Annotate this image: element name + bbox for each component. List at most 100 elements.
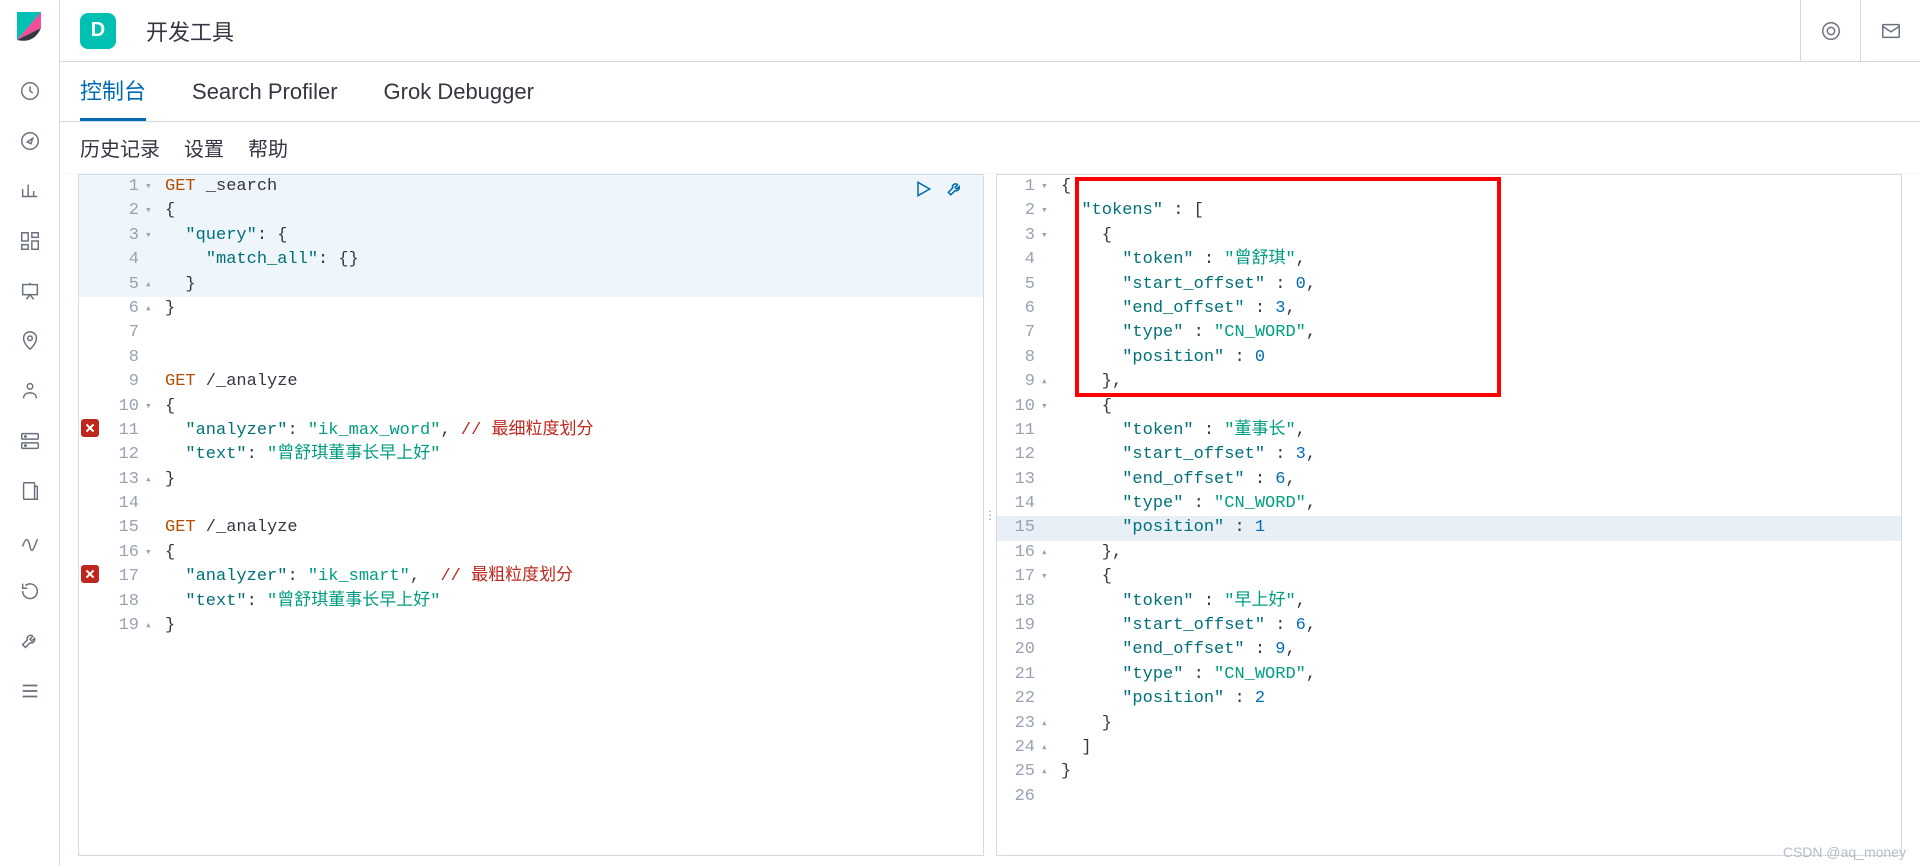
- code-line[interactable]: 15GET /_analyze: [79, 516, 983, 540]
- code-line[interactable]: 3▾ {: [997, 224, 1901, 248]
- code-line[interactable]: 5 "start_offset" : 0,: [997, 273, 1901, 297]
- code-content: {: [1057, 175, 1901, 199]
- code-line[interactable]: 13 "end_offset" : 6,: [997, 468, 1901, 492]
- code-line[interactable]: 11 "token" : "董事长",: [997, 419, 1901, 443]
- infra-icon[interactable]: [0, 416, 60, 466]
- maps-icon[interactable]: [0, 316, 60, 366]
- code-content: },: [1057, 370, 1901, 394]
- code-line[interactable]: 18 "token" : "早上好",: [997, 590, 1901, 614]
- request-pane[interactable]: 1▾GET _search2▾{3▾ "query": {4 "match_al…: [78, 174, 984, 856]
- uptime-icon[interactable]: [0, 566, 60, 616]
- kibana-logo[interactable]: [14, 12, 46, 44]
- code-line[interactable]: 22 "position" : 2: [997, 687, 1901, 711]
- code-line[interactable]: 23▴ }: [997, 712, 1901, 736]
- code-line[interactable]: 5▴ }: [79, 273, 983, 297]
- logs-icon[interactable]: [0, 466, 60, 516]
- fold-toggle[interactable]: ▾: [1041, 175, 1057, 199]
- fold-toggle[interactable]: ▾: [1041, 199, 1057, 223]
- code-content: {: [1057, 224, 1901, 248]
- code-line[interactable]: 16▴ },: [997, 541, 1901, 565]
- code-line[interactable]: 13▴}: [79, 468, 983, 492]
- code-line[interactable]: 10▾ {: [997, 395, 1901, 419]
- help-icon[interactable]: [1800, 0, 1860, 62]
- fold-toggle[interactable]: ▾: [1041, 565, 1057, 589]
- fold-toggle[interactable]: ▾: [145, 199, 161, 223]
- fold-toggle[interactable]: ▾: [145, 541, 161, 565]
- code-line[interactable]: 2▾{: [79, 199, 983, 223]
- fold-toggle[interactable]: ▴: [1041, 760, 1057, 784]
- menu-item-2[interactable]: 帮助: [248, 133, 288, 162]
- code-content: }: [161, 614, 983, 638]
- code-content: "tokens" : [: [1057, 199, 1901, 223]
- code-line[interactable]: 17▾ {: [997, 565, 1901, 589]
- fold-toggle[interactable]: ▾: [1041, 224, 1057, 248]
- fold-toggle[interactable]: ▾: [145, 395, 161, 419]
- code-line[interactable]: 12 "start_offset" : 3,: [997, 443, 1901, 467]
- fold-toggle[interactable]: ▴: [145, 614, 161, 638]
- canvas-icon[interactable]: [0, 266, 60, 316]
- code-line[interactable]: 4 "token" : "曾舒琪",: [997, 248, 1901, 272]
- code-line[interactable]: 6▴}: [79, 297, 983, 321]
- fold-toggle[interactable]: ▾: [145, 175, 161, 199]
- fold-toggle[interactable]: ▴: [1041, 370, 1057, 394]
- code-line[interactable]: 8 "position" : 0: [997, 346, 1901, 370]
- code-line[interactable]: 3▾ "query": {: [79, 224, 983, 248]
- code-line[interactable]: 15 "position" : 1: [997, 516, 1901, 540]
- code-line[interactable]: 1▾{: [997, 175, 1901, 199]
- code-content: "token" : "曾舒琪",: [1057, 248, 1901, 272]
- tab-1[interactable]: Search Profiler: [192, 62, 338, 121]
- code-line[interactable]: 19 "start_offset" : 6,: [997, 614, 1901, 638]
- code-line[interactable]: 1▾GET _search: [79, 175, 983, 199]
- code-line[interactable]: 6 "end_offset" : 3,: [997, 297, 1901, 321]
- tab-2[interactable]: Grok Debugger: [384, 62, 534, 121]
- fold-toggle[interactable]: ▴: [145, 468, 161, 492]
- code-line[interactable]: 26: [997, 785, 1901, 809]
- fold-toggle[interactable]: ▾: [145, 224, 161, 248]
- code-line[interactable]: 16▾{: [79, 541, 983, 565]
- fold-toggle[interactable]: ▴: [1041, 736, 1057, 760]
- play-icon[interactable]: [913, 179, 933, 204]
- menu-item-1[interactable]: 设置: [184, 133, 224, 162]
- dashboard-icon[interactable]: [0, 216, 60, 266]
- fold-toggle[interactable]: ▴: [145, 273, 161, 297]
- code-line[interactable]: 20 "end_offset" : 9,: [997, 638, 1901, 662]
- code-line[interactable]: 17 "analyzer": "ik_smart", // 最粗粒度划分: [79, 565, 983, 589]
- code-line[interactable]: 14: [79, 492, 983, 516]
- fold-toggle[interactable]: ▴: [1041, 541, 1057, 565]
- watermark: CSDN @aq_money: [1783, 844, 1906, 860]
- code-line[interactable]: 25▴}: [997, 760, 1901, 784]
- code-line[interactable]: 12 "text": "曾舒琪董事长早上好": [79, 443, 983, 467]
- code-line[interactable]: 9GET /_analyze: [79, 370, 983, 394]
- code-line[interactable]: 7: [79, 321, 983, 345]
- compass-icon[interactable]: [0, 116, 60, 166]
- response-pane[interactable]: 1▾{2▾ "tokens" : [3▾ {4 "token" : "曾舒琪",…: [996, 174, 1902, 856]
- recent-icon[interactable]: [0, 66, 60, 116]
- splitter[interactable]: ⋮: [984, 174, 996, 856]
- apm-icon[interactable]: [0, 516, 60, 566]
- fold-toggle[interactable]: ▴: [145, 297, 161, 321]
- code-line[interactable]: 8: [79, 346, 983, 370]
- code-line[interactable]: 19▴}: [79, 614, 983, 638]
- code-line[interactable]: 21 "type" : "CN_WORD",: [997, 663, 1901, 687]
- collapse-nav-icon[interactable]: [0, 666, 60, 716]
- fold-toggle[interactable]: ▾: [1041, 395, 1057, 419]
- fold-toggle[interactable]: ▴: [1041, 712, 1057, 736]
- menu-item-0[interactable]: 历史记录: [80, 133, 160, 162]
- mail-icon[interactable]: [1860, 0, 1920, 62]
- code-line[interactable]: 7 "type" : "CN_WORD",: [997, 321, 1901, 345]
- code-content: }: [161, 468, 983, 492]
- ml-icon[interactable]: [0, 366, 60, 416]
- devtools-icon[interactable]: [0, 616, 60, 666]
- code-line[interactable]: 10▾{: [79, 395, 983, 419]
- code-line[interactable]: 24▴ ]: [997, 736, 1901, 760]
- code-line[interactable]: 14 "type" : "CN_WORD",: [997, 492, 1901, 516]
- code-line[interactable]: 9▴ },: [997, 370, 1901, 394]
- code-line[interactable]: 11 "analyzer": "ik_max_word", // 最细粒度划分: [79, 419, 983, 443]
- line-number: 21: [997, 663, 1041, 687]
- code-line[interactable]: 2▾ "tokens" : [: [997, 199, 1901, 223]
- code-line[interactable]: 4 "match_all": {}: [79, 248, 983, 272]
- tab-0[interactable]: 控制台: [80, 62, 146, 121]
- wrench-icon[interactable]: [945, 179, 965, 204]
- code-line[interactable]: 18 "text": "曾舒琪董事长早上好": [79, 590, 983, 614]
- visualize-icon[interactable]: [0, 166, 60, 216]
